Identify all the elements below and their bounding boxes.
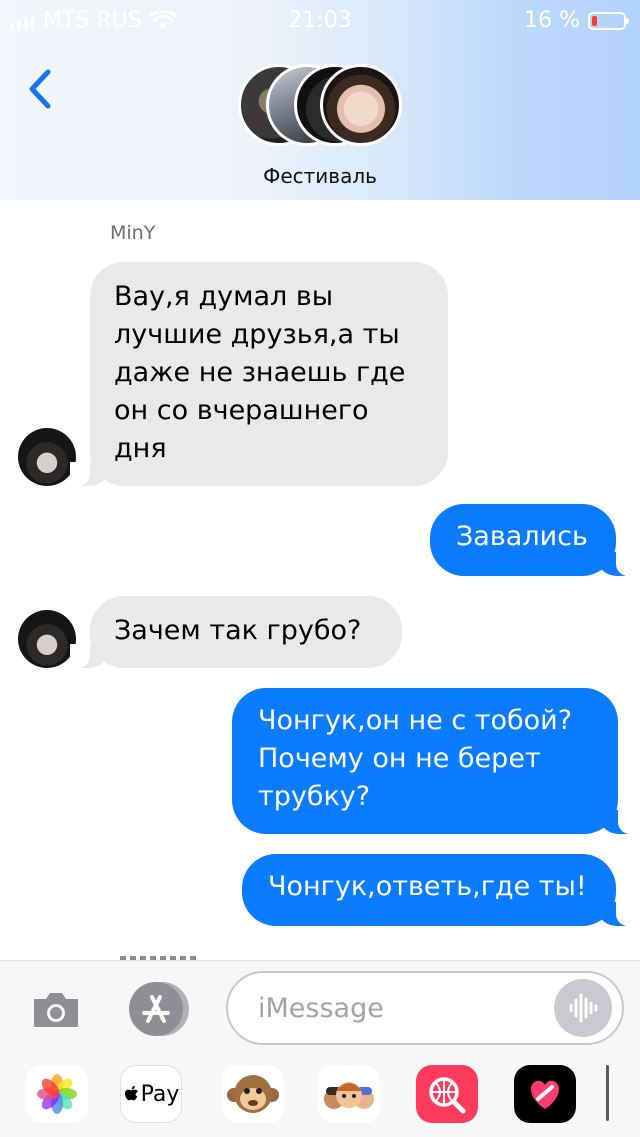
group-name[interactable]: Фестиваль	[0, 164, 640, 188]
web-search-button[interactable]	[416, 1065, 478, 1123]
incoming-message[interactable]: Зачем так грубо?	[70, 596, 402, 668]
group-avatars[interactable]	[238, 64, 408, 148]
status-bar: MTS RUS 21:03 16 %	[0, 0, 640, 40]
monkey-icon	[222, 1065, 284, 1123]
message-input[interactable]: iMessage	[226, 971, 624, 1045]
camera-icon	[34, 993, 78, 1027]
sender-name: MinY	[110, 222, 156, 244]
sender-avatar[interactable]	[18, 610, 76, 668]
app-drawer-divider	[606, 1065, 609, 1121]
memoji-stickers-button[interactable]	[318, 1065, 380, 1123]
photos-icon	[26, 1065, 88, 1123]
chevron-left-icon	[29, 69, 51, 109]
app-store-icon	[129, 982, 189, 1036]
sender-avatar[interactable]	[18, 428, 76, 486]
apple-pay-label: Pay	[140, 1081, 180, 1107]
apple-icon	[124, 1085, 138, 1101]
waveform-icon	[569, 993, 598, 1023]
camera-button[interactable]	[30, 983, 82, 1037]
battery-percent: 16 %	[524, 8, 580, 33]
digital-touch-button[interactable]	[514, 1065, 576, 1123]
photos-app-button[interactable]	[26, 1065, 88, 1123]
apple-pay-button[interactable]: Pay	[120, 1065, 182, 1123]
outgoing-message[interactable]: Чонгук,он не с тобой? Почему он не берет…	[232, 688, 638, 834]
compose-bar: iMessage Pay	[0, 960, 640, 1137]
incoming-message[interactable]: Вау,я думал вы лучшие друзья,а ты даже н…	[70, 262, 448, 486]
heart-touch-icon	[514, 1065, 576, 1123]
globe-search-icon	[416, 1065, 478, 1123]
app-store-button[interactable]	[126, 979, 190, 1039]
memoji-monkey-button[interactable]	[222, 1065, 284, 1123]
message-placeholder: iMessage	[258, 993, 384, 1024]
outgoing-message[interactable]: Завались	[430, 504, 636, 576]
battery-icon	[588, 11, 629, 30]
member-avatar	[320, 64, 402, 146]
audio-record-button[interactable]	[554, 979, 612, 1037]
conversation-header: MTS RUS 21:03 16 % Фестиваль	[0, 0, 640, 200]
app-drawer: Pay	[0, 1061, 640, 1127]
back-button[interactable]	[24, 66, 64, 112]
outgoing-message[interactable]: Чонгук,ответь,где ты!	[242, 854, 636, 926]
memoji-icon	[318, 1065, 380, 1123]
